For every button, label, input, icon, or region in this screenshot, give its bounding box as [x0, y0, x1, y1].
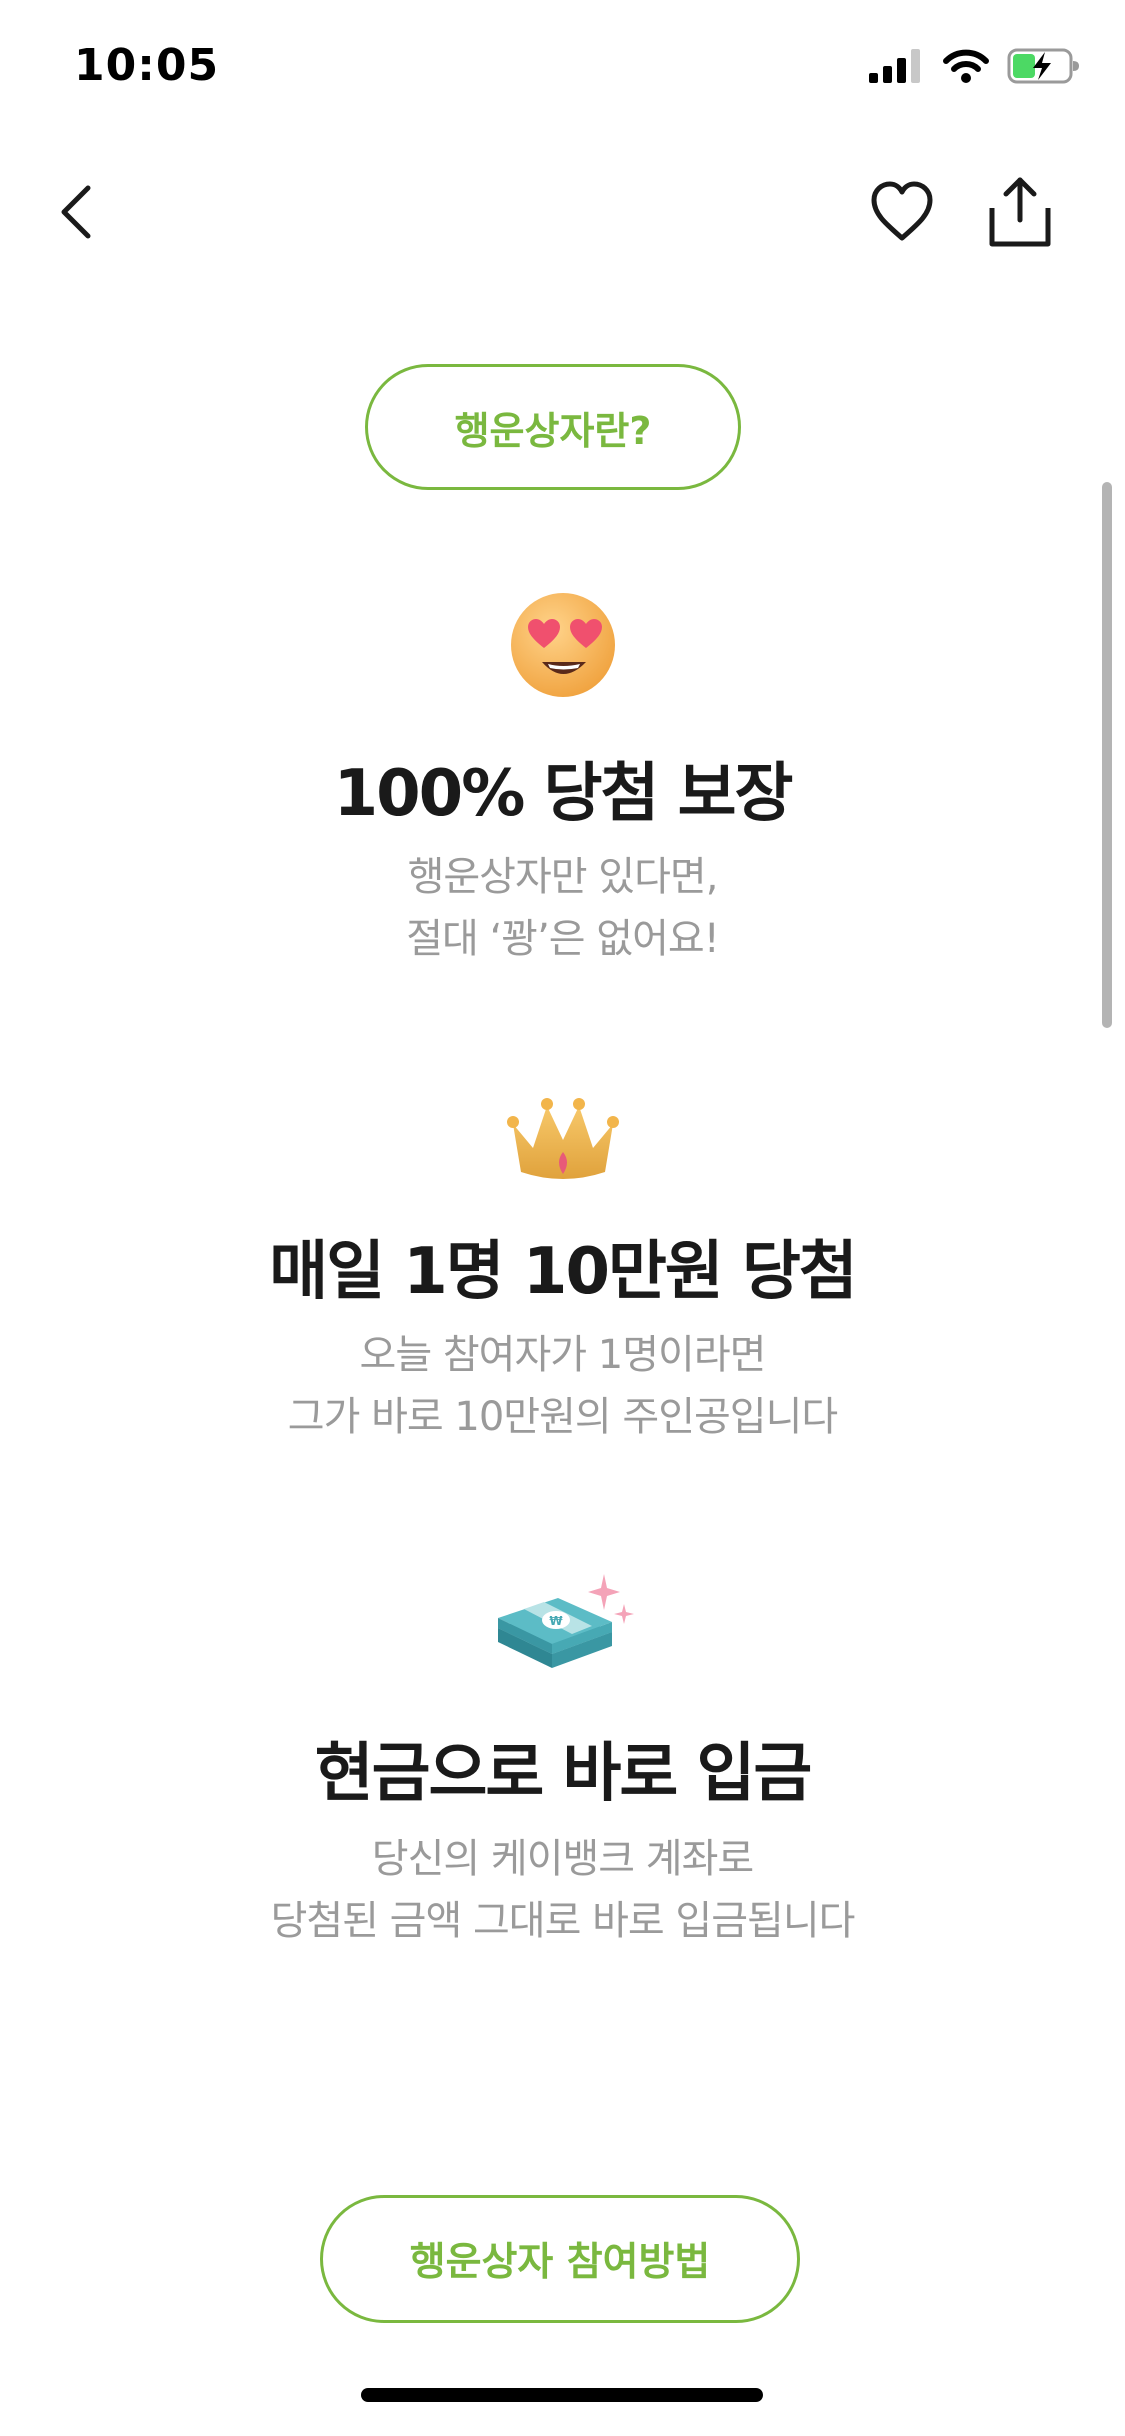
feature-cash-deposit: ₩ 현금으로 바로 입금 당신의 케이뱅크 계좌로 당첨된 금액 그대로 바로 … [0, 1570, 1125, 1952]
feature-daily-prize: 매일 1명 10만원 당첨 오늘 참여자가 1명이라면 그가 바로 10만원의 … [0, 1090, 1125, 1448]
wifi-icon [943, 49, 989, 83]
how-to-participate-button[interactable]: 행운상자 참여방법 [320, 2195, 800, 2323]
feature-desc-line: 절대 ‘꽝’은 없어요! [406, 916, 720, 962]
feature-desc-line: 그가 바로 10만원의 주인공입니다 [287, 1394, 838, 1440]
feature-desc-line: 행운상자만 있다면, [407, 854, 719, 900]
feature-desc-line: 당첨된 금액 그대로 바로 입금됩니다 [270, 1898, 856, 1944]
status-time: 10:05 [74, 40, 220, 91]
money-stack-icon: ₩ [497, 1574, 634, 1668]
home-indicator[interactable] [361, 2388, 763, 2402]
chevron-left-icon[interactable] [48, 170, 108, 250]
heart-icon[interactable] [866, 176, 938, 248]
feature-title: 100% 당첨 보장 [333, 757, 794, 831]
feature-description: 당신의 케이뱅크 계좌로 당첨된 금액 그대로 바로 입금됩니다 [0, 1828, 1125, 1952]
battery-charging-icon [1007, 48, 1079, 84]
svg-text:₩: ₩ [549, 1614, 563, 1628]
crown-icon [506, 1098, 619, 1179]
heart-eyes-emoji-icon [510, 593, 615, 697]
nav-bar [0, 160, 1125, 260]
feature-description: 행운상자만 있다면, 절대 ‘꽝’은 없어요! [0, 846, 1125, 970]
feature-desc-line: 오늘 참여자가 1명이라면 [359, 1332, 767, 1378]
signal-icon [869, 49, 920, 83]
feature-description: 오늘 참여자가 1명이라면 그가 바로 10만원의 주인공입니다 [0, 1324, 1125, 1448]
feature-title: 현금으로 바로 입금 [314, 1737, 813, 1811]
share-icon[interactable] [984, 174, 1056, 250]
what-is-lucky-box-button[interactable]: 행운상자란? [365, 364, 741, 490]
status-bar: 10:05 [0, 0, 1125, 132]
status-icons [869, 48, 1081, 84]
feature-desc-line: 당신의 케이뱅크 계좌로 [371, 1836, 754, 1882]
feature-title: 매일 1명 10만원 당첨 [269, 1235, 858, 1309]
feature-guaranteed-win: 100% 당첨 보장 행운상자만 있다면, 절대 ‘꽝’은 없어요! [0, 590, 1125, 970]
